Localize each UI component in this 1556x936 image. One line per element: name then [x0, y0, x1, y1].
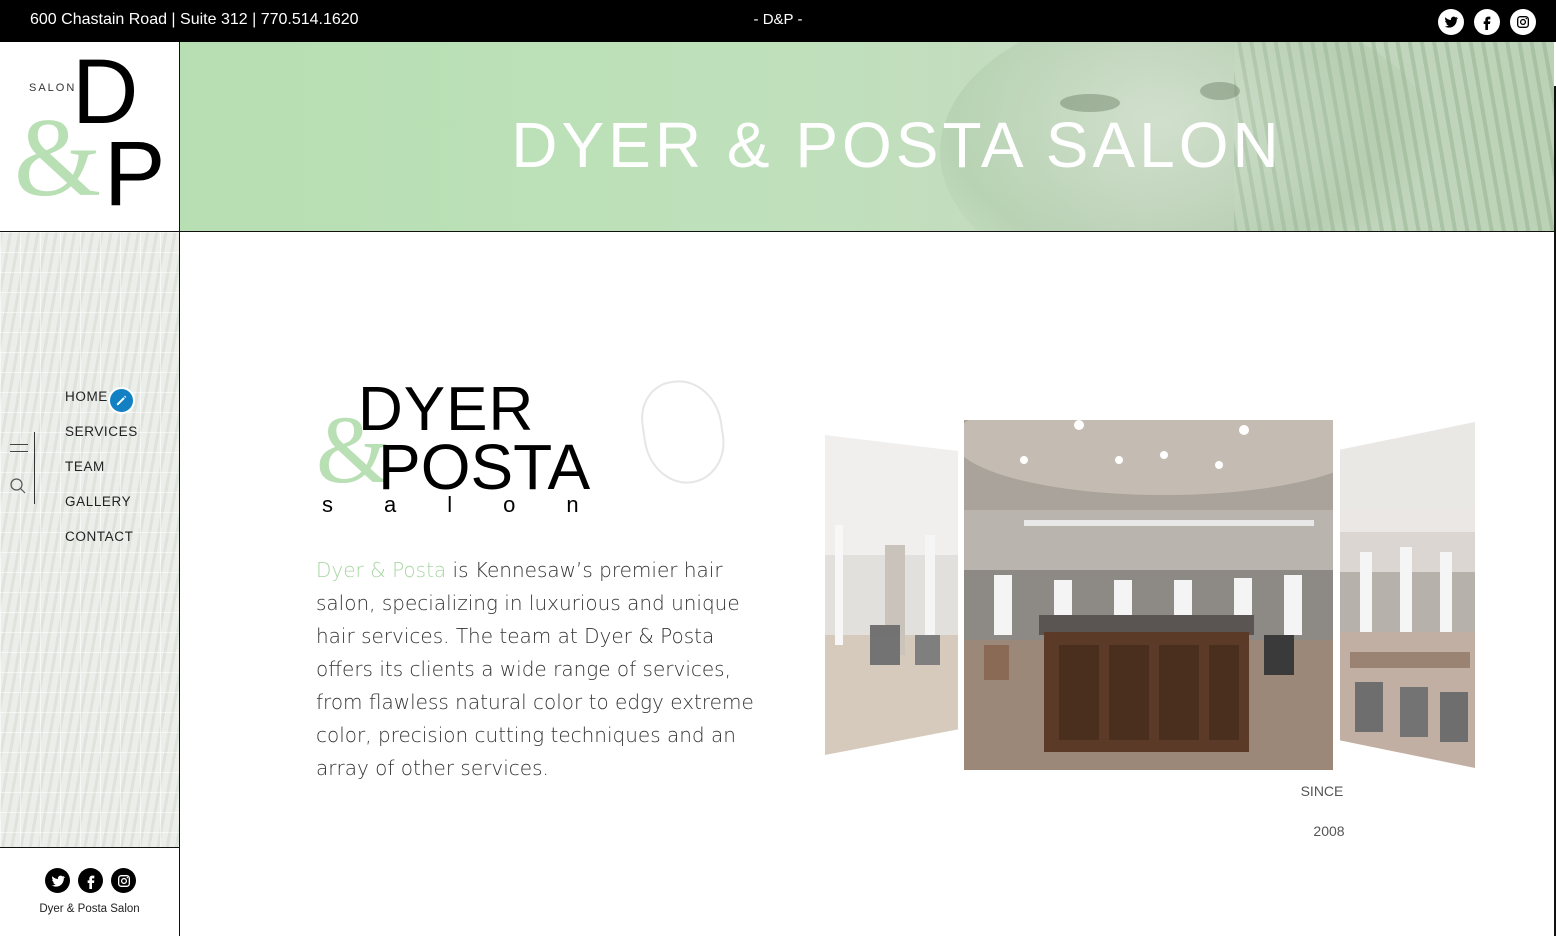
- main-nav: HOME SERVICES TEAM GALLERY CONTACT: [65, 388, 138, 563]
- footer-salon-name: Dyer & Posta Salon: [39, 903, 140, 915]
- intro-highlight[interactable]: Dyer & Posta: [316, 558, 446, 582]
- since-year: 2008: [1313, 823, 1345, 839]
- edit-pencil-icon[interactable]: [108, 387, 135, 414]
- search-icon[interactable]: [9, 477, 27, 495]
- nav-item-services[interactable]: SERVICES: [65, 423, 138, 458]
- instagram-icon[interactable]: [1510, 9, 1536, 35]
- hero-title: DYER & POSTA SALON: [511, 109, 1283, 181]
- salon-logo[interactable]: SALON & D P: [0, 42, 179, 232]
- nav-item-team[interactable]: TEAM: [65, 458, 138, 493]
- nav-divider: [34, 432, 35, 504]
- twitter-icon[interactable]: [45, 868, 70, 893]
- hero-banner: DYER & POSTA SALON: [180, 42, 1554, 232]
- facebook-icon[interactable]: [1474, 9, 1500, 35]
- facebook-icon[interactable]: [78, 868, 103, 893]
- nav-item-gallery[interactable]: GALLERY: [65, 493, 138, 528]
- logo-letter-p: P: [104, 123, 166, 225]
- nav-panel: HOME SERVICES TEAM GALLERY CONTACT: [0, 232, 179, 847]
- carousel-slide-prev[interactable]: [825, 435, 958, 755]
- intro-paragraph: Dyer & Posta is Kennesaw’s premier hair …: [316, 554, 771, 785]
- instagram-icon[interactable]: [111, 868, 136, 893]
- carousel-slide-active[interactable]: [964, 420, 1333, 770]
- site-mark[interactable]: - D&P -: [754, 11, 803, 28]
- twitter-icon[interactable]: [1438, 9, 1464, 35]
- top-social-links: [1438, 9, 1536, 35]
- contact-address: 600 Chastain Road | Suite 312 | 770.514.…: [30, 11, 359, 28]
- hamburger-menu-icon[interactable]: [10, 444, 28, 456]
- footer-social-links: [45, 868, 136, 893]
- nav-item-contact[interactable]: CONTACT: [65, 528, 138, 563]
- brand-logo-salon: salon: [322, 492, 630, 517]
- sidebar-footer: Dyer & Posta Salon: [0, 847, 179, 936]
- hero-eye-shape: [1200, 82, 1240, 100]
- intro-text: is Kennesaw’s premier hair salon, specia…: [316, 558, 754, 780]
- sidebar: SALON & D P HOME SERVICES TEAM GALLERY C…: [0, 42, 180, 936]
- brand-logo: & DYER POSTA salon: [316, 375, 616, 518]
- since-label: SINCE: [1300, 783, 1344, 799]
- carousel-slide-next[interactable]: [1340, 422, 1475, 768]
- top-bar: 600 Chastain Road | Suite 312 | 770.514.…: [0, 0, 1556, 42]
- logo-salon-word: SALON: [29, 82, 77, 94]
